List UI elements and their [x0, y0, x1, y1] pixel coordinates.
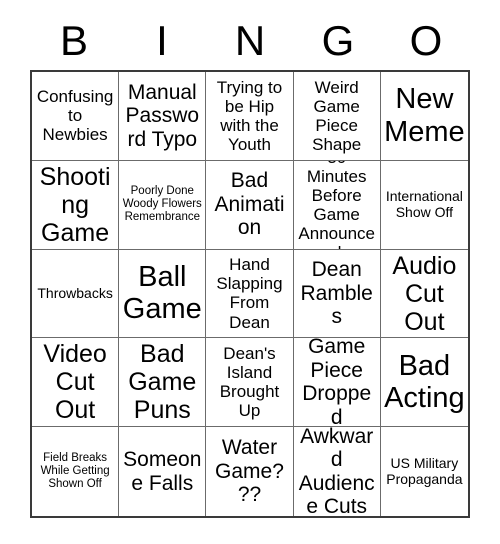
bingo-cell[interactable]: Bad Game Puns	[119, 338, 207, 428]
bingo-cell-label: US Military Propaganda	[386, 454, 463, 487]
bingo-cell-label: Bad Game Puns	[128, 340, 197, 425]
bingo-cell-label: Shooting Game	[39, 162, 111, 247]
bingo-header-letter-i: I	[156, 17, 168, 64]
bingo-cell[interactable]: Poorly Done Woody Flowers Remembrance	[119, 160, 207, 250]
bingo-cell-label: Ball Game	[122, 261, 202, 326]
bingo-cell-label: Water Game???	[215, 436, 284, 507]
bingo-cell-label: Confusing to Newbies	[36, 87, 114, 145]
bingo-cell[interactable]: Video Cut Out	[32, 338, 120, 428]
bingo-cell[interactable]: New Meme	[380, 72, 468, 161]
bingo-cell-label: Bad Animation	[214, 169, 285, 240]
bingo-cell-label: Awkward Audience Cuts	[298, 427, 375, 516]
bingo-cell-label: Manual Password Typo	[125, 80, 200, 151]
bingo-cell[interactable]: Audio Cut Out	[380, 249, 468, 339]
bingo-cell-label: Bad Acting	[384, 349, 465, 415]
bingo-cell[interactable]: Manual Password Typo	[119, 72, 207, 161]
bingo-cell-label: New Meme	[384, 83, 465, 148]
bingo-cell-label: Video Cut Out	[43, 340, 107, 425]
bingo-cell-label: Field Breaks While Getting Shown Off	[40, 452, 110, 491]
bingo-cell-label: International Show Off	[385, 188, 463, 220]
bingo-card: B I N G O Confusing to Newbies Manual Pa…	[0, 0, 500, 544]
bingo-cell[interactable]: Field Breaks While Getting Shown Off	[32, 427, 120, 516]
bingo-header-letter-n: N	[234, 17, 266, 64]
bingo-cell[interactable]: Someone Falls	[119, 427, 207, 516]
bingo-cell[interactable]: Water Game???	[206, 427, 294, 516]
bingo-cell-label: Poorly Done Woody Flowers Remembrance	[122, 185, 202, 224]
bingo-cell-label: Audio Cut Out	[392, 251, 457, 336]
bingo-cell[interactable]: Hand Slapping From Dean	[206, 249, 294, 339]
bingo-cell[interactable]: Trying to be Hip with the Youth	[206, 72, 294, 161]
bingo-cell-label: Dean Rambles	[300, 258, 373, 329]
bingo-cell[interactable]: Confusing to Newbies	[32, 72, 120, 161]
bingo-cell-label: Trying to be Hip with the Youth	[216, 77, 283, 154]
bingo-header-letter-o: O	[409, 17, 443, 64]
bingo-cell-label: Someone Falls	[123, 448, 202, 495]
bingo-cell[interactable]: 30 Minutes Before Game Announced	[293, 160, 381, 250]
bingo-header-letter-b: B	[59, 17, 88, 64]
bingo-cell[interactable]: Throwbacks	[32, 249, 120, 339]
bingo-grid: Confusing to Newbies Manual Password Typ…	[30, 70, 470, 518]
bingo-cell[interactable]: Shooting Game	[32, 160, 120, 250]
bingo-cell[interactable]: Bad Animation	[206, 160, 294, 250]
bingo-cell-label: 30 Minutes Before Game Announced	[298, 161, 375, 249]
bingo-header-row: B I N G O	[30, 14, 470, 68]
bingo-cell[interactable]: US Military Propaganda	[380, 427, 468, 516]
bingo-cell-label: Hand Slapping From Dean	[216, 255, 283, 332]
bingo-cell[interactable]: Ball Game	[119, 249, 207, 339]
bingo-cell-label: Throwbacks	[37, 284, 113, 301]
bingo-cell-label: Weird Game Piece Shape	[312, 77, 362, 154]
bingo-cell[interactable]: International Show Off	[380, 160, 468, 250]
bingo-cell[interactable]: Game Piece Dropped	[293, 338, 381, 428]
bingo-cell-label: Dean's Island Brought Up	[219, 344, 280, 421]
bingo-cell[interactable]: Dean's Island Brought Up	[206, 338, 294, 428]
bingo-cell[interactable]: Bad Acting	[380, 338, 468, 428]
bingo-cell[interactable]: Awkward Audience Cuts	[293, 427, 381, 516]
bingo-cell[interactable]: Weird Game Piece Shape	[293, 72, 381, 161]
bingo-cell-label: Game Piece Dropped	[302, 338, 372, 428]
bingo-header-letter-g: G	[321, 17, 355, 64]
bingo-cell[interactable]: Dean Rambles	[293, 249, 381, 339]
